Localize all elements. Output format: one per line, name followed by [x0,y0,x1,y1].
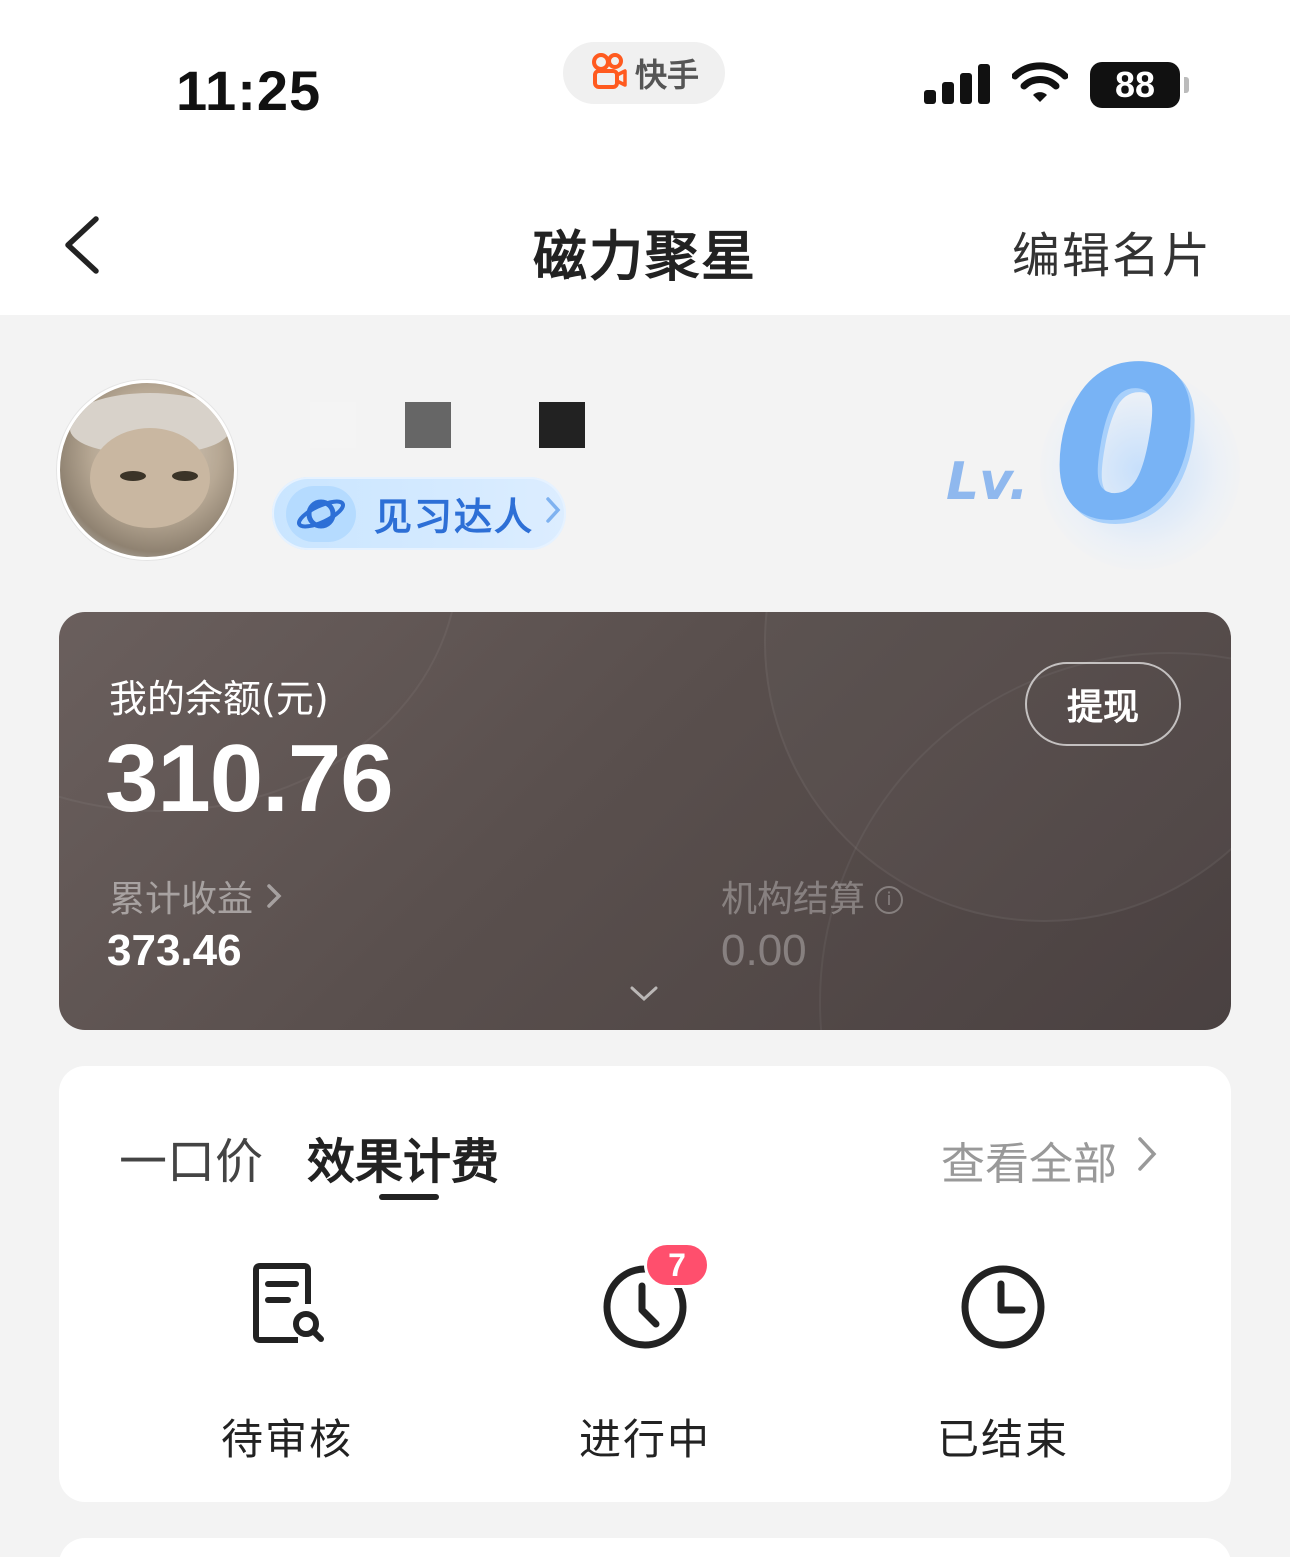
level-indicator[interactable]: Lv. 0 [940,340,1240,570]
order-status-in-progress[interactable]: 7 进行中 [545,1242,745,1464]
balance-amount: 310.76 [105,725,394,832]
tab-fixed-price[interactable]: 一口价 [119,1122,263,1192]
next-section-card [59,1538,1231,1557]
balance-card: 我的余额(元) 310.76 提现 累计收益 373.46 机构结算 i 0.00 [59,612,1231,1030]
avatar-eye [120,471,146,481]
avatar[interactable] [57,380,237,560]
level-prefix: Lv. [946,452,1029,512]
order-status-label: 进行中 [578,1415,711,1464]
status-icons: 88 [924,62,1189,108]
order-status-label: 待审核 [220,1415,353,1464]
edit-card-button[interactable]: 编辑名片 [1012,216,1212,286]
clock-icon: 7 [600,1242,710,1352]
status-bar: 11:25 快手 88 [0,0,1290,160]
chevron-right-icon [544,494,562,534]
chevron-right-icon [1135,1134,1159,1178]
redaction-block [405,402,451,448]
cumulative-earnings-value: 373.46 [107,926,242,975]
expand-button[interactable] [629,984,659,1004]
level-number: 0 [1052,322,1199,567]
org-settlement-value: 0.00 [721,926,807,975]
see-all-label: 查看全部 [941,1139,1117,1190]
battery-level: 88 [1114,64,1156,105]
app-pill-label: 快手 [634,56,699,94]
withdraw-button[interactable]: 提现 [1025,662,1181,746]
tab-performance-billing[interactable]: 效果计费 [307,1122,499,1192]
cumulative-earnings-link[interactable]: 累计收益 [109,870,284,922]
cumulative-earnings-label: 累计收益 [109,879,254,920]
order-status-label: 已结束 [936,1415,1069,1464]
order-status-pending[interactable]: 待审核 [187,1262,387,1464]
redaction-block [310,402,356,448]
chevron-down-icon [629,986,659,1008]
app-pill[interactable]: 快手 [563,42,725,104]
balance-label: 我的余额(元) [109,677,329,721]
planet-icon [286,485,356,542]
rank-badge[interactable]: 见习达人 [272,477,566,550]
battery-icon: 88 [1090,62,1189,108]
chevron-right-icon [264,879,284,920]
navbar: 磁力聚星 编辑名片 [0,160,1290,315]
signal-icon [924,62,990,108]
org-settlement: 机构结算 i [721,870,904,922]
org-settlement-label: 机构结算 [721,879,866,920]
info-icon[interactable]: i [875,885,904,914]
clock-icon [958,1262,1048,1352]
rank-badge-label: 见习达人 [374,495,535,539]
redaction-block [539,402,585,448]
orders-card: 一口价 效果计费 查看全部 待审核 7 进行中 已结束 [59,1066,1231,1502]
kuaishou-logo-icon [589,51,629,95]
review-document-icon [242,1262,332,1352]
order-status-ended[interactable]: 已结束 [903,1262,1103,1464]
status-time: 11:25 [176,59,322,122]
wifi-icon [1011,62,1069,108]
count-badge: 7 [644,1242,710,1288]
avatar-eye [172,471,198,481]
active-tab-indicator [379,1194,439,1200]
